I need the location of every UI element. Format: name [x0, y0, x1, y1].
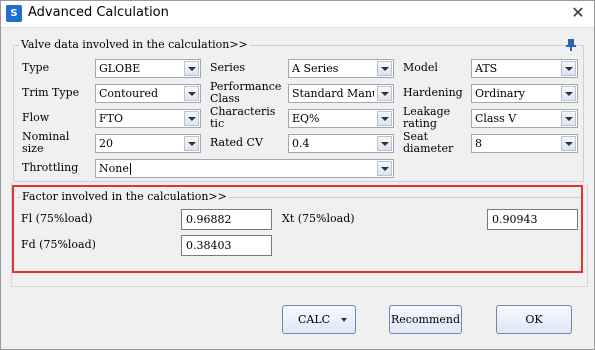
series-label: Series — [210, 61, 245, 74]
ok-button[interactable]: OK — [496, 305, 572, 334]
rated-cv-label: Rated CV — [210, 136, 263, 149]
model-select[interactable]: ATS — [471, 59, 578, 78]
seat-diameter-select[interactable]: 8 — [471, 134, 578, 153]
performance-class-select[interactable]: Standard Manuf — [288, 84, 394, 103]
seat-diameter-label: Seat diameter — [403, 130, 454, 155]
xt-label: Xt (75%load) — [282, 212, 355, 225]
chevron-down-icon[interactable] — [184, 61, 199, 76]
throttling-label: Throttling — [22, 161, 79, 174]
recommend-button[interactable]: Recommend — [389, 305, 462, 334]
fl-field[interactable]: 0.96882 — [181, 209, 272, 230]
fd-label: Fd (75%load) — [21, 238, 96, 251]
fd-field[interactable]: 0.38403 — [181, 235, 272, 256]
app-icon: S — [6, 5, 22, 22]
chevron-down-icon[interactable] — [184, 86, 199, 101]
flow-label: Flow — [22, 111, 50, 124]
factor-section-legend: Factor involved in the calculation>> — [20, 190, 229, 203]
chevron-down-icon[interactable] — [377, 86, 392, 101]
window-title: Advanced Calculation — [28, 5, 169, 20]
close-icon[interactable]: ✕ — [568, 3, 588, 23]
performance-class-label: Performance Class — [210, 80, 282, 105]
nominal-size-select[interactable]: 20 — [95, 134, 201, 153]
chevron-down-icon[interactable] — [377, 111, 392, 126]
flow-select[interactable]: FTO — [95, 109, 201, 128]
calc-button[interactable]: CALC — [282, 305, 356, 334]
chevron-down-icon[interactable] — [377, 161, 392, 176]
trim-type-select[interactable]: Contoured — [95, 84, 201, 103]
type-label: Type — [22, 61, 50, 74]
model-label: Model — [403, 61, 438, 74]
trim-type-label: Trim Type — [22, 86, 80, 99]
type-select[interactable]: GLOBE — [95, 59, 201, 78]
chevron-down-icon[interactable] — [377, 61, 392, 76]
valve-section-legend: Valve data involved in the calculation>> — [19, 38, 250, 51]
chevron-down-icon[interactable] — [561, 136, 576, 151]
chevron-down-icon[interactable] — [341, 318, 347, 322]
hardening-select[interactable]: Ordinary — [471, 84, 578, 103]
characteristic-select[interactable]: EQ% — [288, 109, 394, 128]
chevron-down-icon[interactable] — [184, 111, 199, 126]
chevron-down-icon[interactable] — [561, 86, 576, 101]
fl-label: Fl (75%load) — [21, 212, 93, 225]
pin-icon[interactable] — [564, 38, 578, 52]
leakage-rating-label: Leakage rating — [403, 105, 451, 130]
leakage-rating-select[interactable]: Class V — [471, 109, 578, 128]
chevron-down-icon[interactable] — [561, 111, 576, 126]
characteristic-label: Characteris tic — [210, 105, 276, 130]
text-cursor — [129, 163, 131, 175]
chevron-down-icon[interactable] — [561, 61, 576, 76]
xt-field[interactable]: 0.90943 — [487, 209, 578, 230]
rated-cv-select[interactable]: 0.4 — [288, 134, 394, 153]
hardening-label: Hardening — [403, 86, 463, 99]
nominal-size-label: Nominal size — [22, 130, 70, 155]
throttling-select[interactable]: None — [95, 159, 394, 178]
chevron-down-icon[interactable] — [377, 136, 392, 151]
series-select[interactable]: A Series — [288, 59, 394, 78]
chevron-down-icon[interactable] — [184, 136, 199, 151]
